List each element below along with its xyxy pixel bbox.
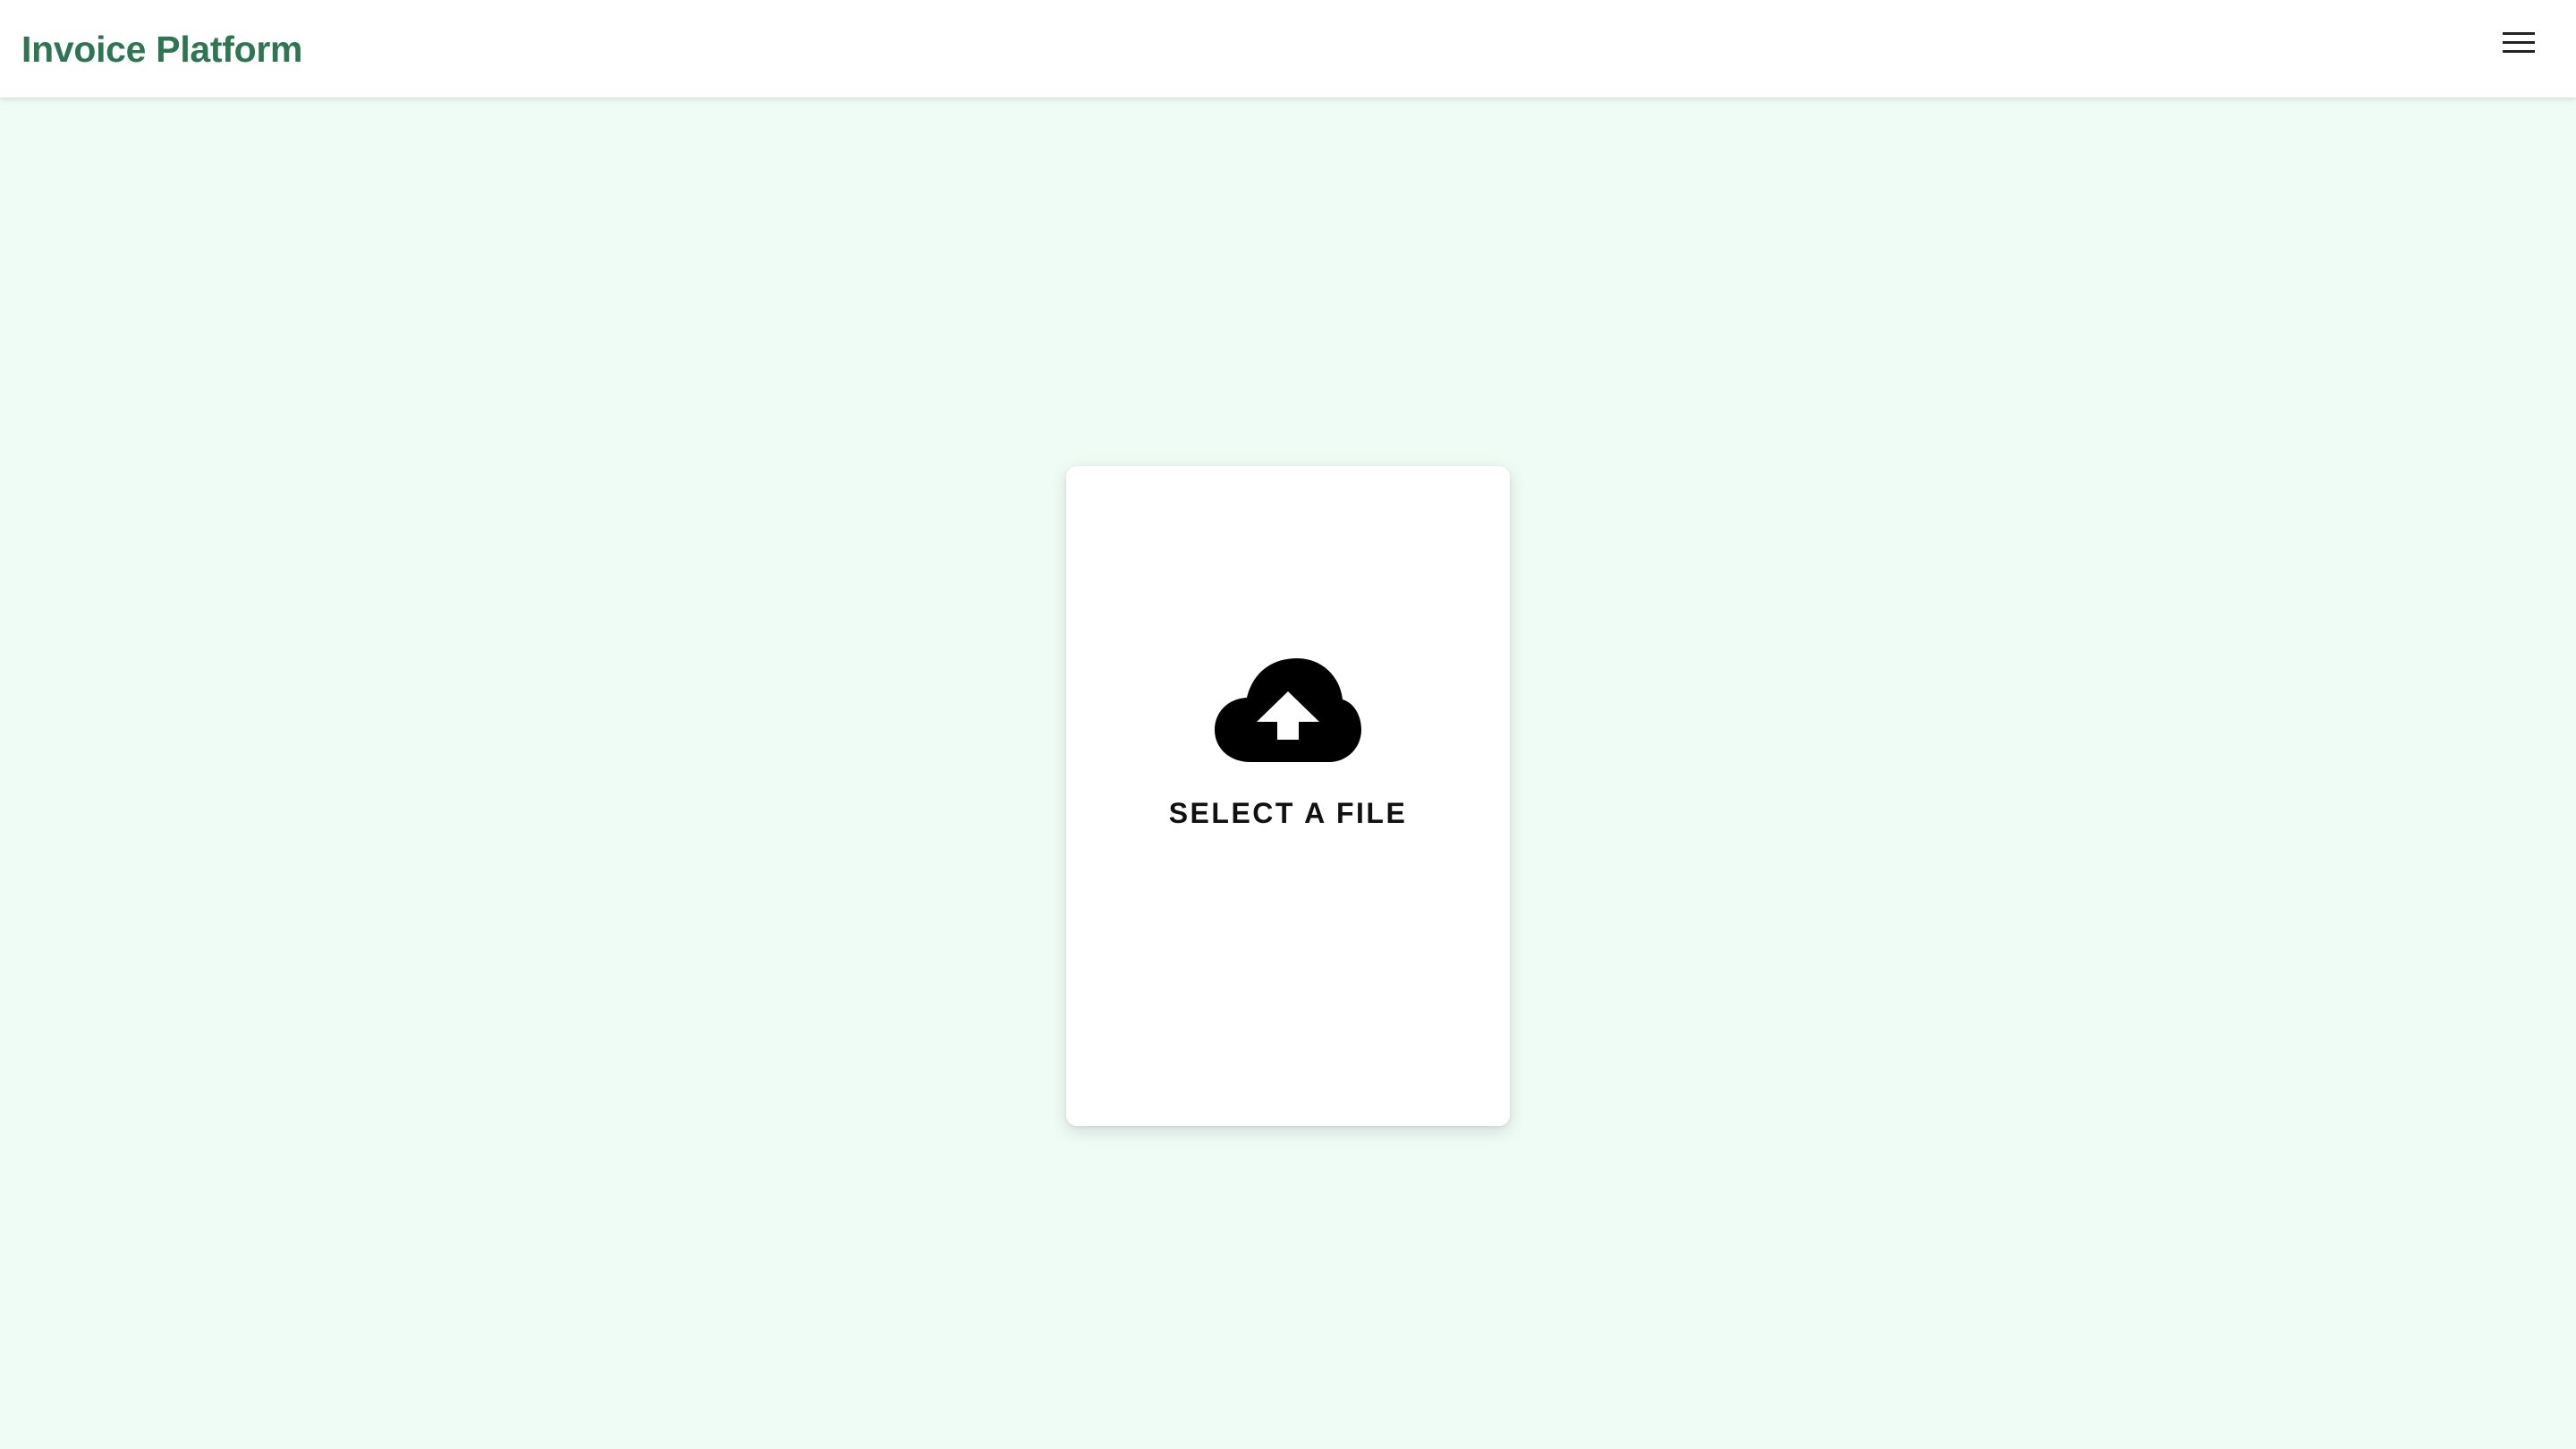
app-title: Invoice Platform bbox=[21, 29, 303, 70]
menu-button[interactable] bbox=[2496, 24, 2542, 62]
select-file-label: SELECT A FILE bbox=[1168, 797, 1408, 829]
cloud-upload-icon bbox=[1215, 658, 1361, 762]
top-app-bar: Invoice Platform bbox=[0, 0, 2576, 97]
file-upload-dropzone[interactable]: SELECT A FILE bbox=[1066, 466, 1510, 1126]
hamburger-menu-icon bbox=[2503, 32, 2535, 53]
